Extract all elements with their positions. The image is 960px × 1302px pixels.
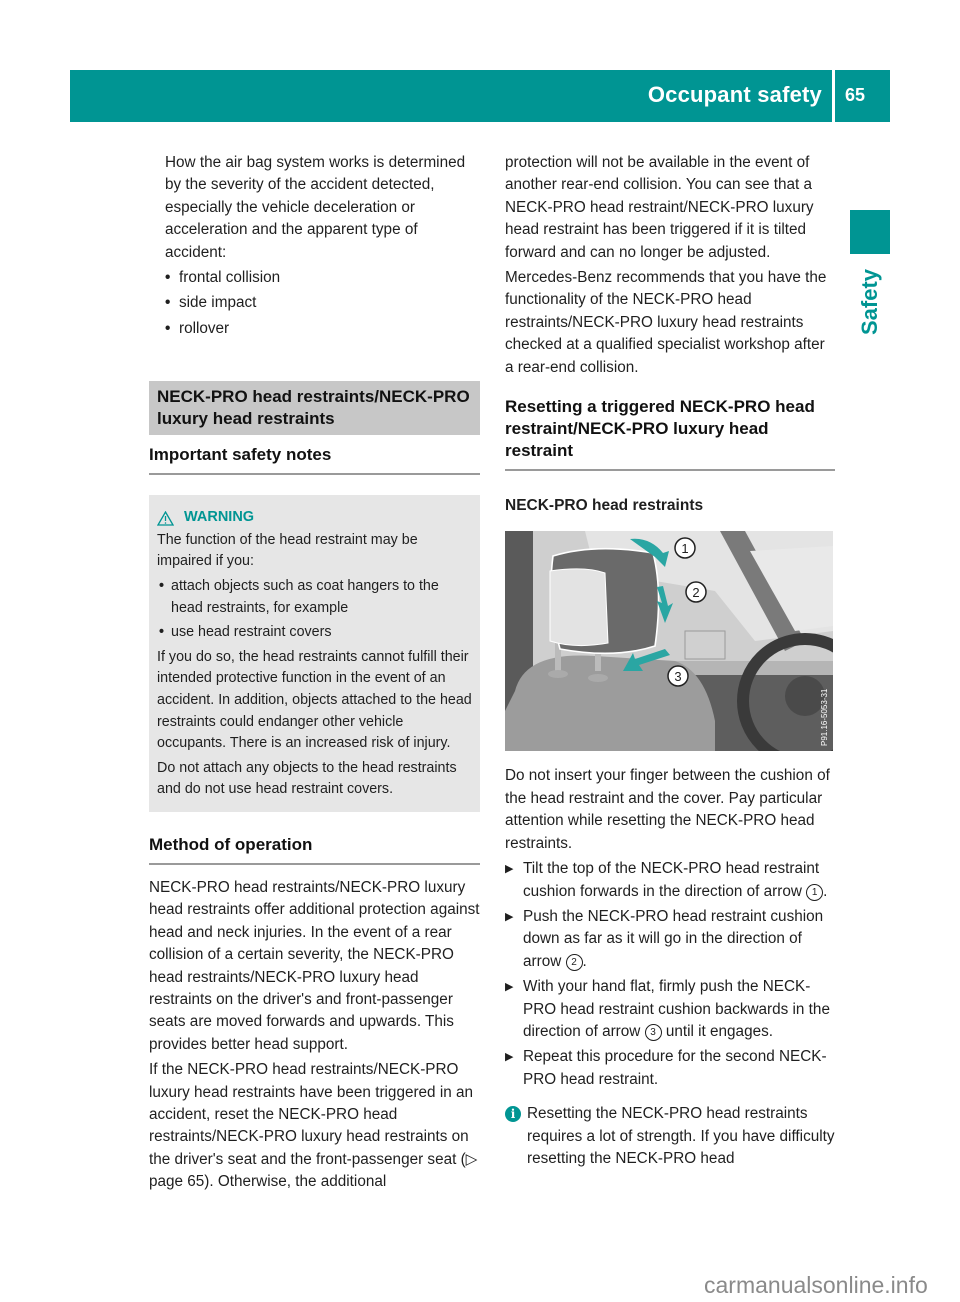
info-note: i Resetting the NECK-PRO head restraints… bbox=[505, 1103, 835, 1170]
chapter-title: Occupant safety bbox=[647, 82, 822, 107]
section-tab-marker bbox=[850, 210, 890, 254]
list-item: side impact bbox=[165, 292, 480, 315]
head-restraint-figure: 1 2 3 P91.16-5053-31 bbox=[505, 531, 833, 752]
accident-type-list: frontal collision side impact rollover bbox=[149, 267, 480, 341]
warning-consequence: If you do so, the head restraints cannot… bbox=[157, 648, 472, 752]
warning-instruction: Do not attach any objects to the head re… bbox=[157, 759, 457, 798]
section-heading: NECK-PRO head restraints/NECK-PRO luxury… bbox=[149, 381, 480, 436]
head-restraint-illustration: 1 2 3 P91.16-5053-31 bbox=[505, 531, 833, 752]
watermark: carmanualsonline.info bbox=[704, 1272, 928, 1298]
header-divider bbox=[832, 70, 835, 122]
subsection-heading-method: Method of operation bbox=[149, 834, 480, 865]
page-number: 65 bbox=[845, 85, 866, 105]
recommendation-paragraph: Mercedes-Benz recommends that you have t… bbox=[505, 269, 827, 376]
arrow-ref-1: 1 bbox=[806, 883, 824, 901]
warning-triangle-icon bbox=[157, 510, 174, 526]
arrow-ref-3: 3 bbox=[644, 1023, 662, 1041]
neckpro-heading: NECK-PRO head restraints bbox=[505, 497, 704, 515]
section-tab-label: Safety bbox=[857, 268, 882, 336]
subsection-heading-safety-notes: Important safety notes bbox=[149, 444, 480, 476]
figure-callout-2: 2 bbox=[692, 585, 699, 600]
figure-callout-1: 1 bbox=[681, 541, 688, 556]
list-item: use head restraint covers bbox=[159, 622, 472, 644]
arrow-ref-2: 2 bbox=[565, 953, 583, 971]
airbag-intro-paragraph: How the air bag system works is determin… bbox=[165, 154, 466, 261]
method-paragraph-2: If the NECK-PRO head restraints/NECK-PRO… bbox=[149, 1061, 478, 1191]
reset-heading: Resetting a triggered NECK-PRO head rest… bbox=[505, 396, 835, 472]
step-2: Push the NECK-PRO head restraint cushion… bbox=[505, 906, 835, 973]
list-item: attach objects such as coat hangers to t… bbox=[159, 576, 472, 619]
info-icon: i bbox=[505, 1106, 521, 1123]
method-paragraph-1: NECK-PRO head restraints/NECK-PRO luxury… bbox=[149, 878, 480, 1053]
warning-list: attach objects such as coat hangers to t… bbox=[157, 576, 472, 644]
figure-callout-3: 3 bbox=[674, 669, 681, 684]
list-item: rollover bbox=[165, 318, 480, 341]
warning-title: WARNING bbox=[157, 507, 472, 529]
warning-label: WARNING bbox=[184, 509, 255, 526]
caution-paragraph: Do not insert your finger between the cu… bbox=[505, 767, 830, 852]
step-3: With your hand flat, firmly push the NEC… bbox=[505, 976, 835, 1043]
step-1: Tilt the top of the NECK-PRO head restra… bbox=[505, 858, 835, 903]
figure-code: P91.16-5053-31 bbox=[820, 689, 829, 747]
right-column: protection will not be available in the … bbox=[505, 152, 835, 1170]
left-column: How the air bag system works is determin… bbox=[149, 152, 480, 1197]
warning-box: WARNING The function of the head restrai… bbox=[149, 495, 480, 812]
list-item: frontal collision bbox=[165, 267, 480, 290]
continuation-paragraph: protection will not be available in the … bbox=[505, 154, 814, 261]
info-note-text: Resetting the NECK-PRO head restraints r… bbox=[527, 1105, 835, 1167]
step-4: Repeat this procedure for the second NEC… bbox=[505, 1046, 835, 1091]
warning-intro: The function of the head restraint may b… bbox=[157, 531, 418, 570]
